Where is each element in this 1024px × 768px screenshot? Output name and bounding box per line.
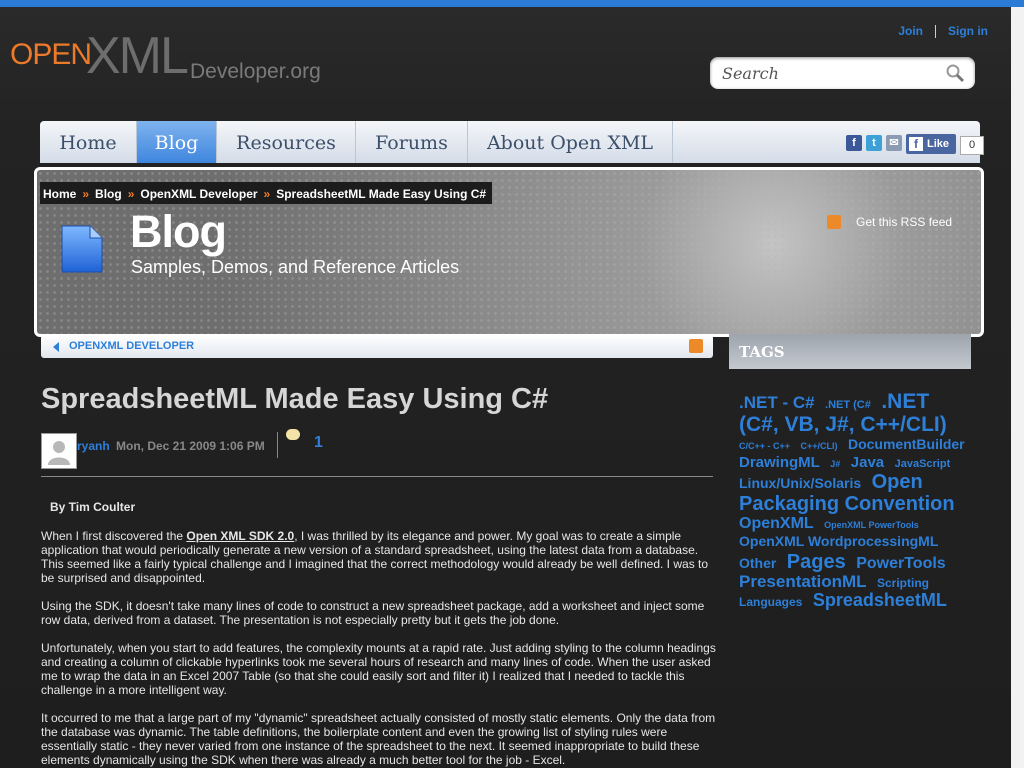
tag-link[interactable]: C++/CLI) [800,441,837,451]
tag-link[interactable]: DrawingML [739,454,820,471]
main-nav: Home Blog Resources Forums About Open XM… [40,121,980,163]
banner-title: Blog [130,206,227,257]
article-byline: By Tim Coulter [50,500,136,514]
tag-link[interactable]: Other [739,555,776,571]
tag-link[interactable]: PowerTools [856,555,946,572]
meta-separator [277,432,278,458]
nav-home[interactable]: Home [40,121,137,163]
section-subnav: OPENXML DEVELOPER [41,335,713,358]
banner-subtitle: Samples, Demos, and Reference Articles [131,257,460,277]
signin-link[interactable]: Sign in [948,24,988,38]
tag-link[interactable]: Linux/Unix/Solaris [739,475,861,491]
paragraph-2: Using the SDK, it doesn't take many line… [41,599,705,627]
top-accent-bar [0,0,1024,7]
tag-cloud: .NET - C# .NET (C# .NET (C#, VB, J#, C++… [739,390,971,611]
p1-text-a: When I first discovered the [41,529,187,543]
breadcrumb-blog[interactable]: Blog [95,187,122,201]
email-icon[interactable]: ✉ [886,135,902,151]
tag-link[interactable]: PresentationML [739,572,867,591]
article-title: SpreadsheetML Made Easy Using C# [41,383,549,415]
paragraph-3: Unfortunately, when you start to add fea… [41,641,716,697]
sdk-link[interactable]: Open XML SDK 2.0 [186,529,294,543]
logo-open: OPEN [10,38,92,71]
breadcrumb-openxml[interactable]: OpenXML Developer [140,187,257,201]
breadcrumb-sep: » [263,187,271,201]
comment-count[interactable]: 1 [314,434,323,452]
post-date: Mon, Dec 21 2009 1:06 PM [116,439,265,453]
back-arrow-icon[interactable] [53,342,59,352]
tag-link[interactable]: Pages [787,551,846,573]
tag-link[interactable]: .NET (C# [825,399,871,411]
logo-xml: XML [86,27,189,85]
breadcrumb-home[interactable]: Home [43,187,76,201]
paragraph-4: It occurred to me that a large part of m… [41,711,716,767]
section-link[interactable]: OPENXML DEVELOPER [69,340,194,352]
tag-link[interactable]: J# [830,459,840,469]
tag-link[interactable]: OpenXML PowerTools [824,520,919,530]
author-link[interactable]: ryanh [77,439,110,453]
document-icon [61,225,103,273]
right-scroll-strip [1011,7,1024,768]
facebook-icon[interactable]: f [846,135,862,151]
tag-link[interactable]: OpenXML WordprocessingML [739,533,938,549]
nav-blog[interactable]: Blog [137,121,217,163]
section-rss-icon[interactable] [689,339,703,353]
nav-forums[interactable]: Forums [356,121,468,163]
breadcrumb-sep: » [127,187,135,201]
avatar[interactable] [41,433,77,469]
search-input[interactable] [720,63,934,84]
like-label: Like [927,138,950,150]
paragraph-1: When I first discovered the Open XML SDK… [41,529,716,585]
divider [41,476,713,477]
rss-icon[interactable] [827,215,841,229]
breadcrumb-sep: » [82,187,90,201]
user-silhouette-icon [48,441,70,465]
tag-link[interactable]: JavaScript [895,458,951,470]
facebook-logo-icon: f [909,137,923,151]
like-count: 0 [960,136,984,155]
tag-link[interactable]: OpenXML [739,515,814,532]
tag-link[interactable]: C/C++ - C++ [739,441,790,451]
breadcrumb-current: SpreadsheetML Made Easy Using C# [276,187,487,201]
tag-link[interactable]: SpreadsheetML [813,590,947,610]
auth-separator [935,25,936,39]
facebook-like-button[interactable]: f Like [906,134,956,154]
auth-links: Join Sign in [898,24,988,39]
tag-link[interactable]: Java [851,454,884,471]
tag-link[interactable]: .NET - C# [739,393,815,412]
join-link[interactable]: Join [898,24,923,38]
tags-heading: TAGS [729,334,971,369]
twitter-icon[interactable]: t [866,135,882,151]
comment-bubble-icon[interactable] [286,429,300,440]
logo-developer: Developer.org [190,60,321,83]
tag-link[interactable]: DocumentBuilder [848,436,965,452]
nav-resources[interactable]: Resources [217,121,356,163]
breadcrumb: Home » Blog » OpenXML Developer » SpreadsheetM… [40,182,493,204]
search-icon[interactable] [945,63,965,83]
search-box [710,57,975,89]
rss-feed-link[interactable]: Get this RSS feed [856,215,952,229]
nav-about[interactable]: About Open XML [468,121,673,163]
